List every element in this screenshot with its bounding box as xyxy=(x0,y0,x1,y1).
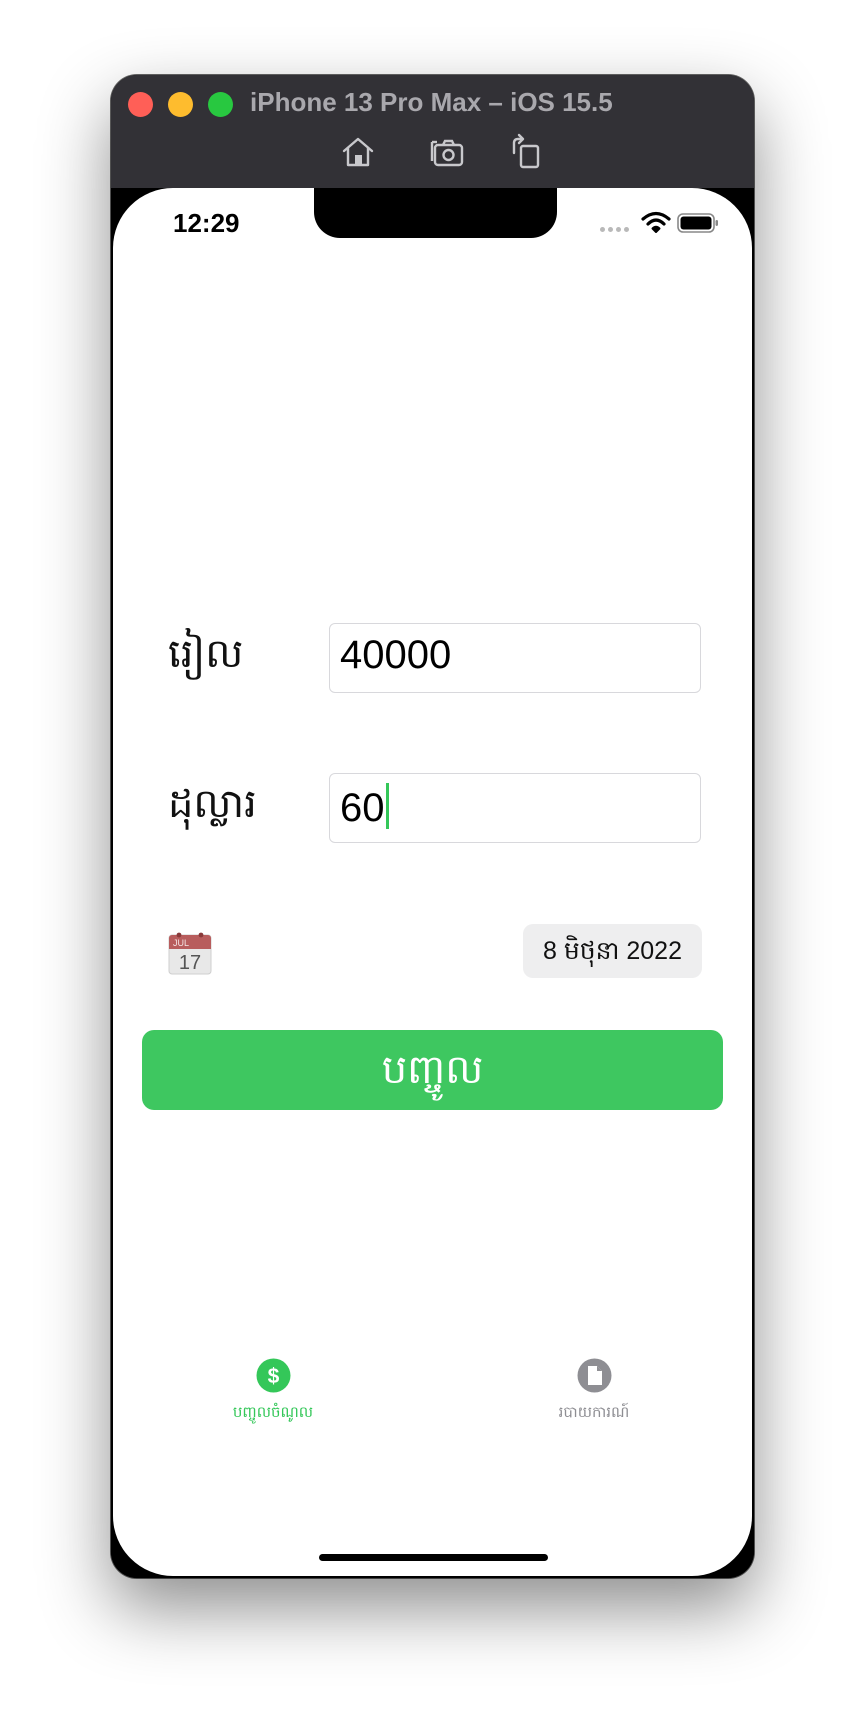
screenshot-icon[interactable] xyxy=(428,133,466,171)
document-icon xyxy=(577,1358,611,1393)
close-window-button[interactable] xyxy=(128,92,153,117)
cellular-dots-icon xyxy=(600,227,634,232)
text-cursor xyxy=(385,783,389,829)
date-picker-button[interactable]: 8 មិថុនា 2022 xyxy=(523,924,702,978)
submit-button[interactable]: បញ្ចូល xyxy=(142,1030,723,1110)
zoom-window-button[interactable] xyxy=(208,92,233,117)
battery-icon xyxy=(677,213,718,233)
notch xyxy=(314,188,557,238)
riel-input[interactable]: 40000 xyxy=(329,623,701,693)
status-time: 12:29 xyxy=(173,208,240,238)
dollar-icon: $ xyxy=(256,1358,290,1393)
window-title: iPhone 13 Pro Max – iOS 15.5 xyxy=(250,87,613,117)
dollar-input-content: 60 xyxy=(340,783,389,831)
dollar-input-value: 60 xyxy=(340,786,385,830)
wifi-icon xyxy=(641,211,671,233)
tab-income-entry[interactable]: $ បញ្ចូលចំណូល xyxy=(193,1358,353,1425)
calendar-day: 17 xyxy=(179,952,201,974)
app-screen: 12:29 រៀល 40000 ដុល្លារ 60 JUL 17 8 មិថុ… xyxy=(113,188,752,1576)
tab-report-label: របាយការណ៍ xyxy=(558,1403,630,1421)
minimize-window-button[interactable] xyxy=(168,92,193,117)
tab-report[interactable]: របាយការណ៍ xyxy=(514,1358,674,1425)
device-frame: 12:29 រៀល 40000 ដុល្លារ 60 JUL 17 8 មិថុ… xyxy=(111,188,754,1578)
home-indicator[interactable] xyxy=(319,1554,548,1561)
home-icon[interactable] xyxy=(339,133,377,171)
riel-label: រៀល xyxy=(168,631,244,677)
tab-income-entry-label: បញ្ចូលចំណូល xyxy=(232,1403,314,1421)
svg-text:$: $ xyxy=(267,1365,279,1388)
dollar-input[interactable]: 60 xyxy=(329,773,701,843)
calendar-icon: JUL 17 xyxy=(168,932,212,975)
calendar-month: JUL xyxy=(173,938,189,948)
simulator-titlebar: iPhone 13 Pro Max – iOS 15.5 xyxy=(111,75,754,188)
rotate-icon[interactable] xyxy=(508,133,546,171)
simulator-window: iPhone 13 Pro Max – iOS 15.5 12:29 រៀល 4… xyxy=(111,75,754,1578)
riel-input-value: 40000 xyxy=(340,633,452,677)
dollar-label: ដុល្លារ xyxy=(168,781,257,827)
